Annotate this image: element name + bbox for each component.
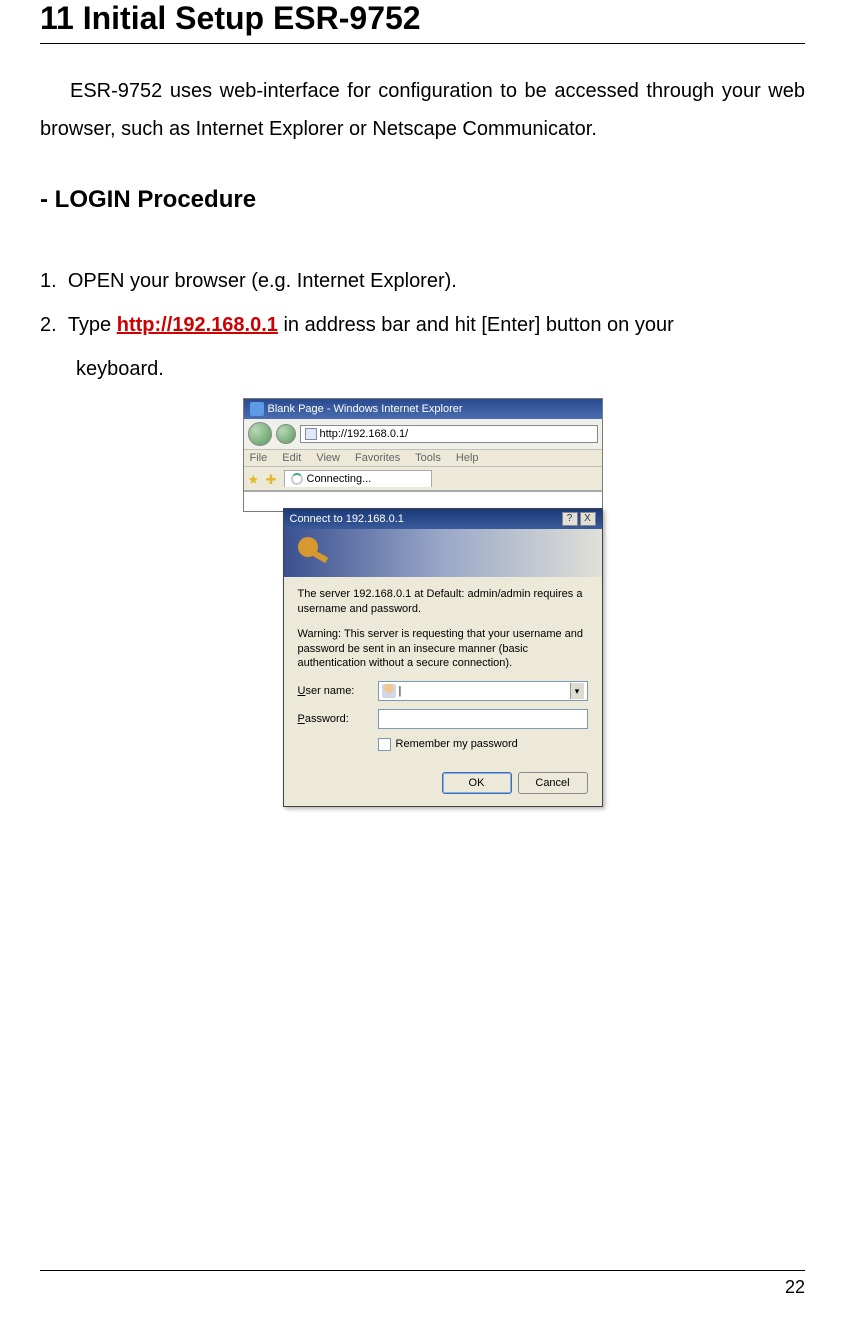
auth-dialog: Connect to 192.168.0.1 ? X The server 19… [283, 508, 603, 807]
browser-tab[interactable]: Connecting... [284, 470, 433, 487]
remember-label: Remember my password [396, 737, 518, 752]
intro-paragraph: ESR-9752 uses web-interface for configur… [40, 72, 805, 148]
dialog-msg-1: The server 192.168.0.1 at Default: admin… [298, 587, 588, 617]
dialog-window-controls: ? X [562, 512, 596, 526]
step-number-2: 2. [40, 314, 57, 336]
step-1-text: OPEN your browser (e.g. Internet Explore… [68, 270, 457, 292]
password-row: Password: [298, 709, 588, 729]
step-1: 1. OPEN your browser (e.g. Internet Expl… [40, 262, 805, 300]
step-2-cont: keyboard. [40, 350, 805, 388]
username-row: User name: | ▾ [298, 681, 588, 701]
loading-spinner-icon [291, 473, 303, 485]
person-icon [382, 684, 396, 698]
address-text: http://192.168.0.1/ [320, 428, 409, 440]
dialog-banner [284, 529, 602, 577]
dialog-button-row: OK Cancel [298, 772, 588, 794]
username-cursor: | [399, 684, 402, 699]
ie-window: Blank Page - Windows Internet Explorer h… [243, 398, 603, 512]
ie-title-text: Blank Page - Windows Internet Explorer [268, 403, 463, 415]
username-input[interactable]: | ▾ [378, 681, 588, 701]
page-icon [305, 428, 317, 440]
cancel-button[interactable]: Cancel [518, 772, 588, 794]
ie-titlebar: Blank Page - Windows Internet Explorer [244, 399, 602, 419]
ok-button[interactable]: OK [442, 772, 512, 794]
step-2-text-a: Type [68, 314, 117, 336]
address-input[interactable]: http://192.168.0.1/ [300, 425, 598, 443]
username-label: User name: [298, 684, 370, 699]
close-button[interactable]: X [580, 512, 596, 526]
page-title: 11 Initial Setup ESR-9752 [40, 0, 805, 44]
page-number: 22 [785, 1277, 805, 1297]
step-2-text-b: in address bar and hit [Enter] button on… [278, 314, 674, 336]
menu-edit[interactable]: Edit [282, 452, 301, 464]
remember-row: Remember my password [378, 737, 588, 752]
back-button[interactable] [248, 422, 272, 446]
page-footer: 22 [40, 1270, 805, 1298]
chevron-down-icon[interactable]: ▾ [570, 683, 584, 699]
password-input[interactable] [378, 709, 588, 729]
keys-icon [296, 535, 332, 571]
url-link: http://192.168.0.1 [117, 314, 278, 336]
step-number-1: 1. [40, 270, 57, 292]
add-favorite-icon[interactable]: ✚ [266, 472, 280, 486]
password-label: Password: [298, 712, 370, 727]
menu-file[interactable]: File [250, 452, 268, 464]
procedure-heading: - LOGIN Procedure [40, 186, 805, 214]
menu-view[interactable]: View [316, 452, 340, 464]
tab-bar: ★ ✚ Connecting... [244, 467, 602, 491]
remember-checkbox[interactable] [378, 738, 391, 751]
menu-favorites[interactable]: Favorites [355, 452, 400, 464]
dialog-msg-2: Warning: This server is requesting that … [298, 627, 588, 672]
menu-tools[interactable]: Tools [415, 452, 441, 464]
help-button[interactable]: ? [562, 512, 578, 526]
tab-label: Connecting... [307, 473, 372, 485]
address-row: http://192.168.0.1/ [244, 419, 602, 450]
screenshot-figure: Blank Page - Windows Internet Explorer h… [243, 398, 603, 807]
dialog-title: Connect to 192.168.0.1 [290, 513, 404, 525]
forward-button[interactable] [276, 424, 296, 444]
ie-icon [250, 402, 264, 416]
menu-help[interactable]: Help [456, 452, 479, 464]
step-2: 2. Type http://192.168.0.1 in address ba… [40, 306, 805, 344]
dialog-titlebar: Connect to 192.168.0.1 ? X [284, 509, 602, 529]
menu-bar: File Edit View Favorites Tools Help [244, 450, 602, 467]
dialog-body: The server 192.168.0.1 at Default: admin… [284, 577, 602, 806]
favorites-icon[interactable]: ★ [248, 472, 262, 486]
